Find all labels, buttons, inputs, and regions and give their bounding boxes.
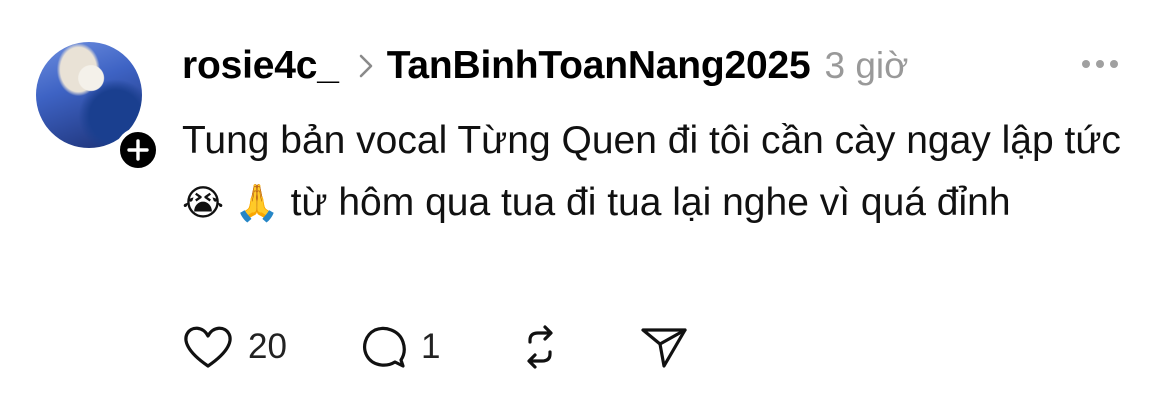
folded-hands-emoji: 🙏 (234, 183, 280, 224)
plus-icon (127, 139, 149, 161)
post-text-part2: từ hôm qua tua đi tua lại nghe vì quá đỉ… (279, 181, 1011, 224)
avatar-container[interactable] (36, 42, 160, 172)
reply-button[interactable]: 1 (361, 324, 440, 370)
follow-button[interactable] (116, 128, 160, 172)
username[interactable]: rosie4c_ (182, 44, 339, 88)
more-horizontal-icon[interactable] (1082, 60, 1118, 68)
comment-bubble-icon (363, 326, 406, 368)
timestamp: 3 giờ (824, 45, 909, 86)
heart-icon (184, 326, 232, 368)
action-bar: 20 1 (182, 324, 688, 370)
post-text-part1: Tung bản vocal Từng Quen đi tôi cần cày … (182, 119, 1121, 162)
loudly-crying-emoji: 😭 (182, 183, 225, 224)
post-header: rosie4c_ TanBinhToanNang2025 3 giờ (182, 38, 908, 94)
chevron-right-icon (359, 54, 373, 78)
post-text: Tung bản vocal Từng Quen đi tôi cần cày … (182, 110, 1142, 235)
thread-name[interactable]: TanBinhToanNang2025 (387, 44, 811, 88)
repost-button[interactable] (516, 324, 564, 370)
like-button[interactable]: 20 (182, 325, 287, 369)
like-count: 20 (248, 327, 287, 366)
reply-count: 1 (420, 327, 441, 366)
send-icon (641, 328, 688, 368)
share-button[interactable] (640, 324, 688, 370)
repost-icon (527, 325, 554, 369)
